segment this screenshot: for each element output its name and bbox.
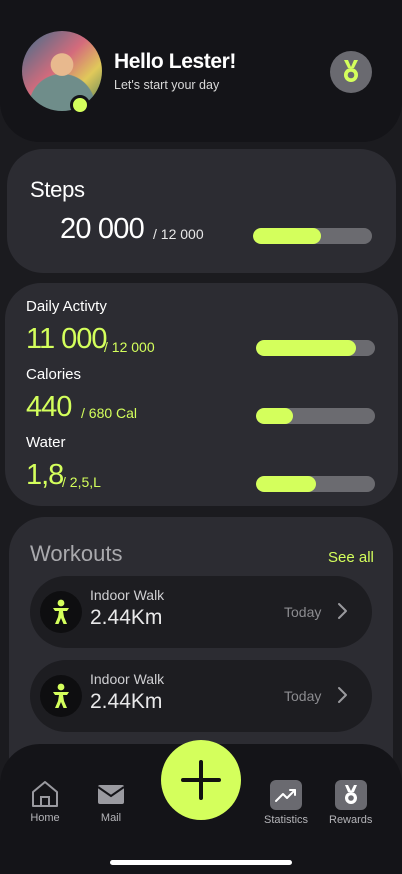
daily-activity-value: 11 000 [26, 323, 108, 355]
steps-goal: / 12 000 [153, 226, 204, 242]
water-goal: / 2,5,L [62, 474, 101, 490]
water-label: Water [26, 434, 66, 451]
workout-distance: 2.44Km [90, 606, 163, 629]
water-progress-fill [256, 476, 316, 492]
workout-icon-wrap [40, 675, 82, 717]
walking-icon [53, 683, 69, 708]
calories-progress-fill [256, 408, 293, 424]
nav-statistics[interactable]: Statistics [264, 780, 308, 826]
bottom-nav: Home Mail Statistics Rewards [0, 740, 402, 874]
mail-icon [97, 785, 125, 804]
workout-item[interactable]: Indoor Walk 2.44Km Today [30, 576, 372, 648]
greeting-subtitle: Let's start your day [114, 78, 220, 92]
nav-mail[interactable]: Mail [96, 780, 126, 824]
water-progress-bar [256, 476, 375, 492]
water-value: 1,8 [26, 459, 64, 491]
daily-activity-goal: / 12 000 [104, 339, 155, 355]
workout-name: Indoor Walk [90, 587, 165, 603]
workout-date: Today [284, 604, 322, 620]
workouts-title: Workouts [30, 541, 123, 566]
greeting-title: Hello Lester! [114, 50, 236, 73]
workout-distance: 2.44Km [90, 690, 163, 713]
add-workout-button[interactable] [161, 740, 241, 820]
calories-label: Calories [26, 366, 82, 383]
steps-progress-bar [253, 228, 372, 244]
nav-rewards[interactable]: Rewards [329, 780, 372, 826]
workout-icon-wrap [40, 591, 82, 633]
trending-up-icon [270, 780, 302, 810]
online-status-dot [70, 95, 90, 115]
nav-home[interactable]: Home [30, 780, 60, 824]
nav-mail-label: Mail [100, 812, 122, 824]
steps-title: Steps [30, 177, 85, 202]
calories-value: 440 [26, 391, 72, 423]
nav-home-label: Home [30, 812, 60, 824]
workout-name: Indoor Walk [90, 671, 165, 687]
chevron-right-icon [338, 687, 347, 703]
calories-progress-bar [256, 408, 375, 424]
workout-date: Today [284, 688, 322, 704]
steps-value: 20 000 [60, 213, 145, 245]
avatar[interactable] [22, 31, 102, 111]
daily-activity-label: Daily Activty [26, 298, 107, 315]
medal-icon [334, 780, 367, 810]
home-icon [32, 781, 58, 807]
chevron-right-icon [338, 603, 347, 619]
activity-card[interactable]: Daily Activty 11 000 / 12 000 Calories 4… [5, 283, 398, 506]
rewards-button[interactable] [330, 51, 372, 93]
see-all-link[interactable]: See all [328, 549, 374, 566]
nav-statistics-label: Statistics [264, 814, 309, 826]
calories-goal: / 680 Cal [81, 405, 138, 421]
steps-progress-fill [253, 228, 321, 244]
daily-activity-progress-fill [256, 340, 356, 356]
daily-activity-progress-bar [256, 340, 375, 356]
walking-icon [53, 599, 69, 624]
workout-item[interactable]: Indoor Walk 2.44Km Today [30, 660, 372, 732]
medal-icon [344, 60, 358, 82]
plus-icon [181, 760, 221, 800]
home-indicator[interactable] [110, 860, 292, 865]
header: Hello Lester! Let's start your day [0, 0, 402, 142]
steps-card[interactable]: Steps 20 000 / 12 000 [7, 149, 396, 273]
nav-rewards-label: Rewards [329, 814, 373, 826]
